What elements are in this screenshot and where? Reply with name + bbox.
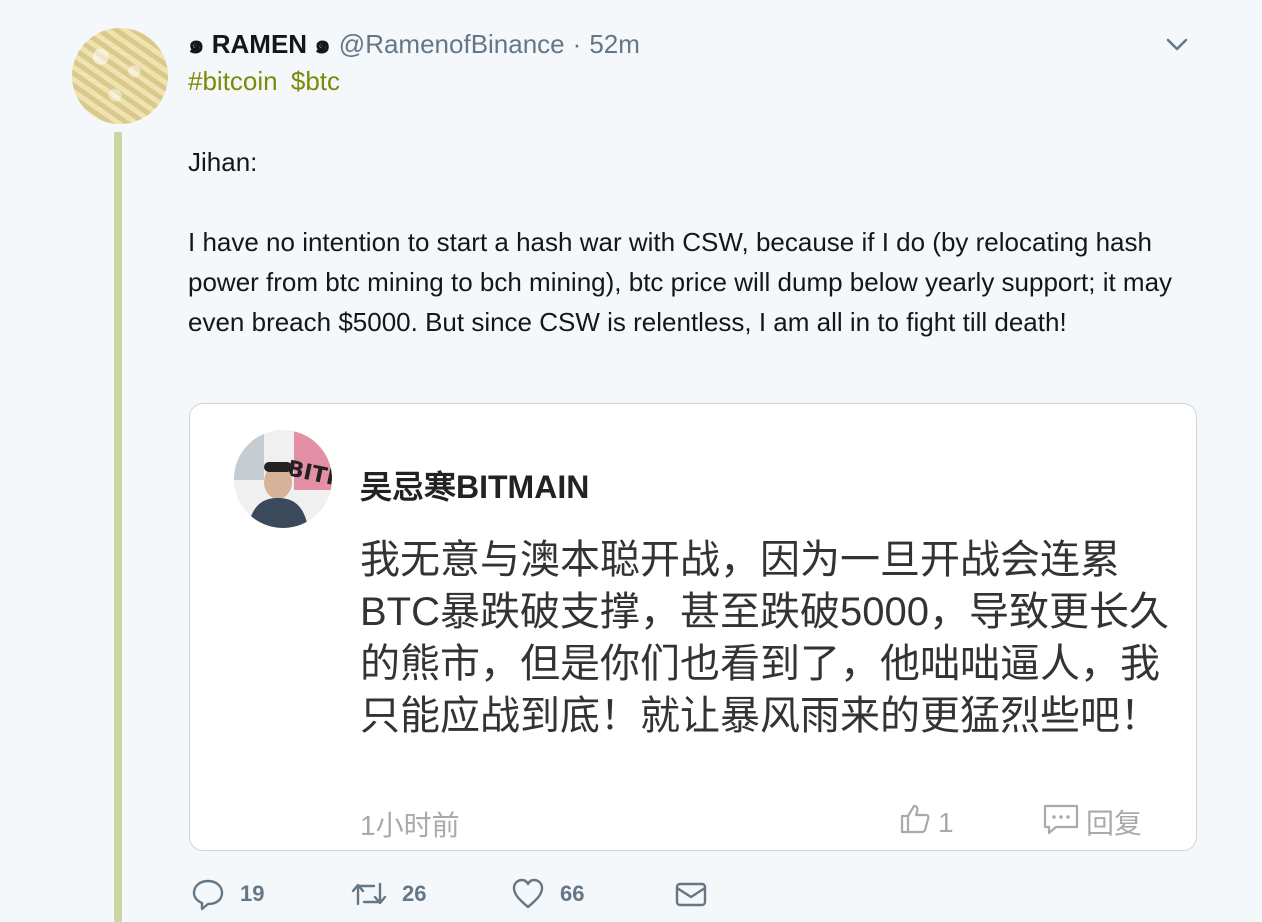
like-count: 66 <box>560 881 585 906</box>
timestamp[interactable]: 52m <box>589 29 640 60</box>
separator: · <box>572 28 582 59</box>
tweet-text: Jihan: I have no intention to start a ha… <box>188 142 1198 342</box>
embedded-time: 1小时前 <box>360 810 460 841</box>
like-button[interactable]: 66 <box>510 874 584 914</box>
thumb-up-icon <box>898 802 932 843</box>
embedded-reply-label: 回复 <box>1086 808 1143 839</box>
tweet-header: ๑ RAMEN ๑ @RamenofBinance · 52m <box>188 26 640 62</box>
comment-icon <box>1042 803 1080 842</box>
author-avatar[interactable] <box>72 28 168 124</box>
thread-line <box>114 132 122 922</box>
tweet-text-line: Jihan: <box>188 147 258 177</box>
retweet-icon <box>350 876 388 912</box>
tweet-text-line: I have no intention to start a hash war … <box>188 227 1173 337</box>
embedded-author-name: 吴忌寒BITMAIN <box>360 469 590 505</box>
dm-button[interactable] <box>674 874 708 914</box>
embedded-like-count: 1 <box>938 806 954 838</box>
hashtag-bitcoin[interactable]: #bitcoin <box>188 66 278 96</box>
embedded-like: 1 <box>898 802 954 843</box>
embedded-reply: 回复 <box>1042 802 1142 842</box>
display-name[interactable]: ๑ RAMEN ๑ <box>188 24 331 65</box>
retweet-button[interactable]: 26 <box>350 874 426 914</box>
handle[interactable]: @RamenofBinance <box>339 29 565 60</box>
reply-button[interactable]: 19 <box>190 874 264 914</box>
retweet-count: 26 <box>402 881 427 906</box>
reply-icon <box>190 876 226 912</box>
hashtags: #bitcoin $btc <box>188 66 346 97</box>
cashtag-btc[interactable]: $btc <box>291 66 340 96</box>
embedded-avatar: BITMAIN <box>234 430 332 528</box>
reply-count: 19 <box>240 881 265 906</box>
heart-icon <box>510 876 546 912</box>
dm-icon <box>674 877 708 911</box>
embedded-text: 我无意与澳本聪开战，因为一旦开战会连累BTC暴跌破支撑，甚至跌破5000，导致更… <box>360 538 1169 738</box>
chevron-down-icon[interactable] <box>1160 30 1194 60</box>
embedded-image[interactable]: BITMAIN 吴忌寒BITMAIN 我无意与澳本聪开战，因为一旦开战会连累BT… <box>189 403 1197 851</box>
